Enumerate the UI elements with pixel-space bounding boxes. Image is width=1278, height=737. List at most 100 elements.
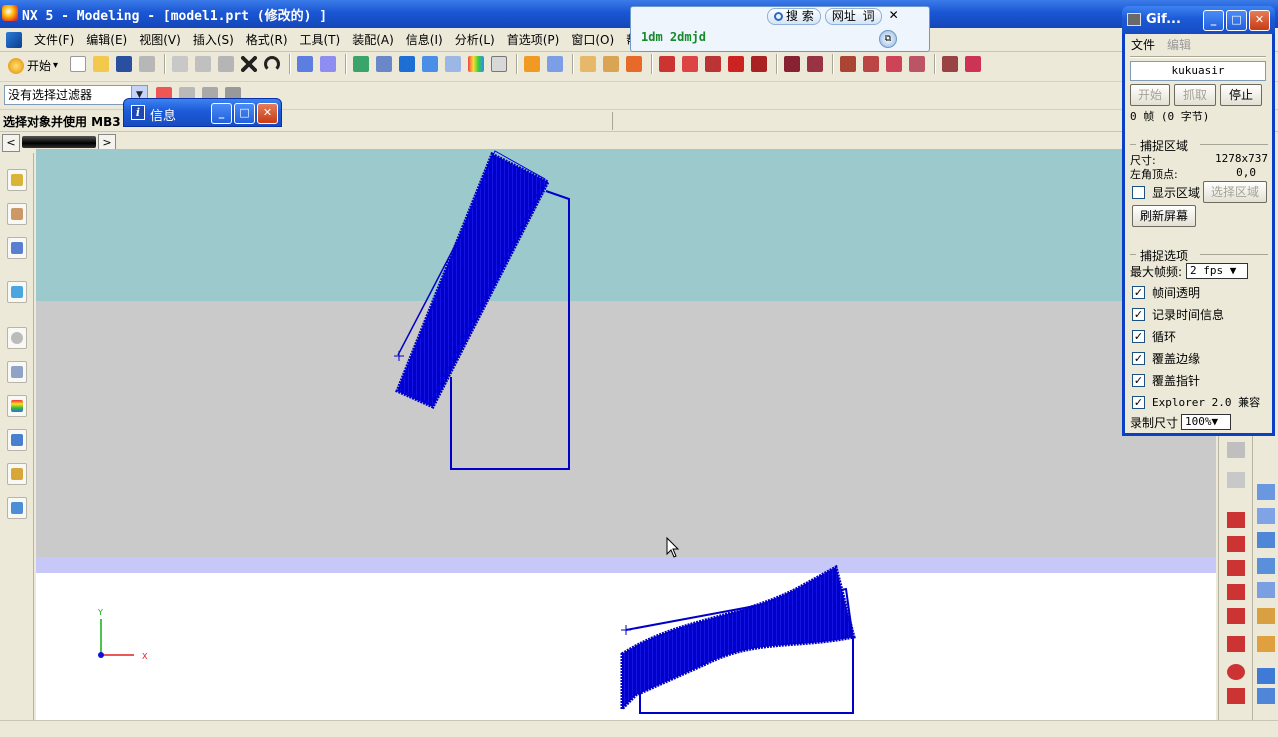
analysis-icon[interactable] — [626, 56, 642, 72]
transform-icon[interactable] — [942, 56, 958, 72]
divide-curve-icon[interactable] — [886, 56, 902, 72]
menu-window[interactable]: 窗口(O) — [565, 31, 620, 49]
cover-pointer-box[interactable]: ✓ — [1132, 374, 1145, 387]
start-button[interactable]: 开始 ▾ — [8, 57, 58, 74]
show-area-box[interactable] — [1132, 186, 1145, 199]
constraint-navigator-icon[interactable] — [7, 203, 27, 225]
pad-icon[interactable] — [1257, 608, 1275, 624]
parallel-lines-icon[interactable] — [1227, 536, 1245, 552]
chamfer-icon[interactable] — [1257, 688, 1275, 704]
gif-close-button[interactable]: ✕ — [1249, 10, 1270, 31]
ellipse-icon[interactable] — [1227, 664, 1245, 680]
explorer-compat-box[interactable]: ✓ — [1132, 395, 1145, 409]
assembly-navigator-icon[interactable] — [7, 169, 27, 191]
paste-icon[interactable] — [218, 56, 234, 72]
roles-icon[interactable] — [7, 463, 27, 485]
frame-transparency-box[interactable]: ✓ — [1132, 286, 1145, 299]
layer-settings-icon[interactable] — [491, 56, 507, 72]
curve-spline-icon[interactable] — [751, 56, 767, 72]
web-browser-icon[interactable] — [7, 281, 27, 303]
menu-analysis[interactable]: 分析(L) — [449, 31, 501, 49]
history-icon[interactable] — [7, 327, 27, 349]
url-word-button[interactable]: 网址 词 — [824, 8, 882, 25]
loop-box[interactable]: ✓ — [1132, 330, 1145, 343]
edit-curve-icon[interactable] — [840, 56, 856, 72]
offset-curve-icon[interactable] — [784, 56, 800, 72]
arc-icon[interactable] — [1227, 584, 1245, 600]
print-icon[interactable] — [139, 56, 155, 72]
menu-insert[interactable]: 插入(S) — [187, 31, 240, 49]
measure-distance-icon[interactable] — [580, 56, 596, 72]
process-studio-icon[interactable] — [7, 429, 27, 451]
new-file-icon[interactable] — [70, 56, 86, 72]
loop-checkbox[interactable]: ✓ 循环 — [1132, 328, 1176, 345]
refresh-view-icon[interactable] — [353, 56, 369, 72]
part-navigator-icon[interactable] — [7, 237, 27, 259]
wcs-tool-icon[interactable] — [320, 56, 336, 72]
gif-maximize-button[interactable]: □ — [1226, 10, 1247, 31]
menu-assembly[interactable]: 装配(A) — [346, 31, 400, 49]
refresh-screen-button[interactable]: 刷新屏幕 — [1132, 205, 1196, 227]
cut-icon[interactable] — [172, 56, 188, 72]
curve-arc-icon[interactable] — [705, 56, 721, 72]
slot-icon[interactable] — [1257, 636, 1275, 652]
cover-edge-box[interactable]: ✓ — [1132, 352, 1145, 365]
curve-fillet-icon[interactable] — [728, 56, 744, 72]
curve-line-icon[interactable] — [659, 56, 675, 72]
sketch-icon[interactable] — [524, 56, 540, 72]
hole-icon[interactable] — [1257, 532, 1275, 548]
menu-preferences[interactable]: 首选项(P) — [501, 31, 566, 49]
minimize-button[interactable]: _ — [211, 103, 232, 124]
fit-view-icon[interactable] — [376, 56, 392, 72]
record-size-select[interactable]: 100%▼ — [1181, 414, 1231, 430]
shaded-view-icon[interactable] — [399, 56, 415, 72]
color-palette-icon[interactable] — [468, 56, 484, 72]
system-materials-icon[interactable] — [7, 361, 27, 383]
curve-point-icon[interactable] — [682, 56, 698, 72]
gif-menu-edit[interactable]: 编辑 — [1167, 36, 1191, 53]
scroll-left-button[interactable]: < — [2, 134, 20, 152]
gif-minimize-button[interactable]: _ — [1203, 10, 1224, 31]
copy-icon[interactable]: ⧉ — [879, 30, 897, 48]
record-time-checkbox[interactable]: ✓ 记录时间信息 — [1132, 306, 1224, 323]
copy-icon[interactable] — [195, 56, 211, 72]
feature-icon[interactable] — [547, 56, 563, 72]
revolve-icon[interactable] — [1257, 508, 1275, 524]
fillet-icon[interactable] — [1227, 636, 1245, 652]
window-tab[interactable] — [22, 136, 96, 148]
wave-curve-icon[interactable] — [807, 56, 823, 72]
record-time-box[interactable]: ✓ — [1132, 308, 1145, 321]
gif-menu-file[interactable]: 文件 — [1131, 36, 1155, 53]
shaded-edges-icon[interactable] — [422, 56, 438, 72]
save-icon[interactable] — [116, 56, 132, 72]
maximize-button[interactable]: □ — [234, 103, 255, 124]
select-area-button[interactable]: 选择区域 — [1203, 181, 1267, 203]
gif-stop-button[interactable]: 停止 — [1220, 84, 1262, 106]
gif-grab-button[interactable]: 抓取 — [1174, 84, 1216, 106]
color-palette-icon[interactable] — [7, 395, 27, 417]
trim-curve-icon[interactable] — [863, 56, 879, 72]
block-icon[interactable] — [1227, 442, 1245, 458]
search-query[interactable]: 1dm 2dmjd — [641, 30, 706, 44]
document-menu-icon[interactable] — [6, 32, 22, 48]
menu-information[interactable]: 信息(I) — [400, 31, 449, 49]
menu-edit[interactable]: 编辑(E) — [80, 31, 133, 49]
curve-length-icon[interactable] — [909, 56, 925, 72]
menu-view[interactable]: 视图(V) — [133, 31, 187, 49]
cover-pointer-checkbox[interactable]: ✓ 覆盖指针 — [1132, 372, 1200, 389]
extrude-icon[interactable] — [1257, 484, 1275, 500]
spline-icon[interactable] — [1227, 688, 1245, 704]
menu-tools[interactable]: 工具(T) — [294, 31, 347, 49]
cover-edge-checkbox[interactable]: ✓ 覆盖边缘 — [1132, 350, 1200, 367]
circle-icon[interactable] — [1227, 608, 1245, 624]
delete-icon[interactable] — [241, 56, 257, 72]
undo-icon[interactable] — [264, 56, 280, 72]
measure-angle-icon[interactable] — [603, 56, 619, 72]
edge-blend-icon[interactable] — [1257, 668, 1275, 684]
open-folder-icon[interactable] — [93, 56, 109, 72]
menu-format[interactable]: 格式(R) — [240, 31, 294, 49]
cross-lines-icon[interactable] — [1227, 560, 1245, 576]
close-button[interactable]: ✕ — [257, 103, 278, 124]
close-icon[interactable]: ✕ — [886, 8, 902, 24]
line-icon[interactable] — [1227, 512, 1245, 528]
